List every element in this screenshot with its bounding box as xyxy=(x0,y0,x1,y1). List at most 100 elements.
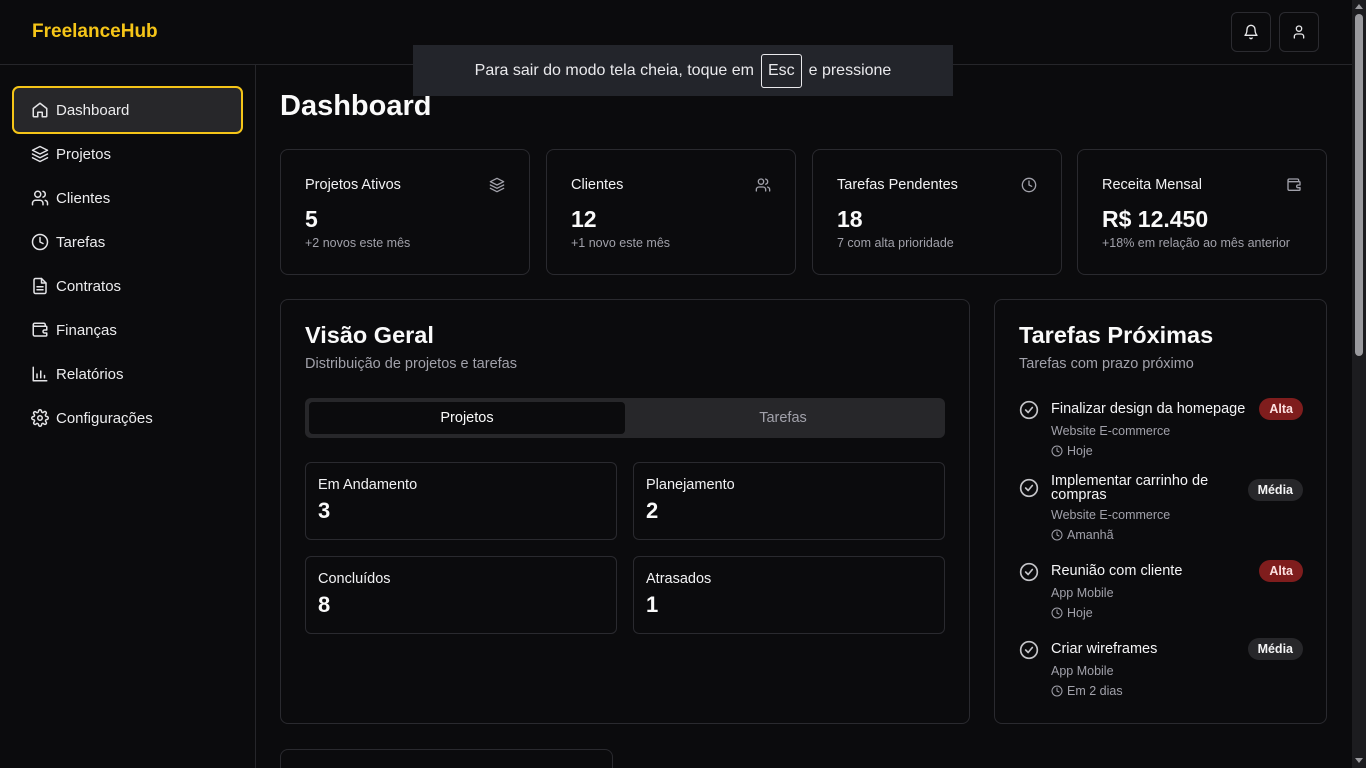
stat-card-title: Projetos Ativos xyxy=(305,177,401,193)
sidebar-item-clientes[interactable]: Clientes xyxy=(12,174,243,222)
scroll-up-arrow[interactable] xyxy=(1355,4,1363,9)
home-icon xyxy=(32,102,48,118)
task-title: Finalizar design da homepage xyxy=(1051,401,1246,417)
tab-projetos[interactable]: Projetos xyxy=(309,402,625,434)
task-due-label: Em 2 dias xyxy=(1067,684,1123,698)
page-title: Dashboard xyxy=(280,90,432,122)
check-circle-icon[interactable] xyxy=(1019,562,1039,582)
stat-card-title: Clientes xyxy=(571,177,624,193)
clock-icon xyxy=(1051,607,1063,619)
sidebar-item-label: Configurações xyxy=(56,409,153,427)
sidebar-item-label: Finanças xyxy=(56,321,117,339)
sidebar-item-label: Relatórios xyxy=(56,365,124,383)
stat-card-value: R$ 12.450 xyxy=(1102,206,1209,232)
task-title: Implementar carrinho de compras xyxy=(1051,473,1209,503)
status-box-value: 8 xyxy=(318,592,331,617)
status-box-label: Em Andamento xyxy=(318,477,418,493)
task-due: Hoje xyxy=(1051,444,1093,458)
task-project: App Mobile xyxy=(1051,586,1114,600)
sidebar-item-label: Clientes xyxy=(56,189,111,207)
users-icon xyxy=(755,178,771,192)
sidebar-item-label: Projetos xyxy=(56,145,112,163)
stat-card-value: 5 xyxy=(305,206,318,232)
scrollbar-thumb[interactable] xyxy=(1355,14,1363,356)
overview-panel: Visão Geral Distribuição de projetos e t… xyxy=(280,299,970,724)
task-item[interactable]: Implementar carrinho de compras Website … xyxy=(1019,474,1303,546)
upcoming-tasks-panel: Tarefas Próximas Tarefas com prazo próxi… xyxy=(994,299,1327,724)
upcoming-subtitle: Tarefas com prazo próximo xyxy=(1019,356,1194,372)
clock-icon xyxy=(1021,177,1037,193)
overview-subtitle: Distribuição de projetos e tarefas xyxy=(305,356,517,372)
task-project: Website E-commerce xyxy=(1051,508,1171,522)
sidebar-item-tarefas[interactable]: Tarefas xyxy=(12,218,243,266)
gear-icon xyxy=(31,409,49,427)
status-box-atrasados: Atrasados 1 xyxy=(633,556,945,634)
check-circle-icon[interactable] xyxy=(1019,400,1039,420)
stat-card-subtext: 7 com alta prioridade xyxy=(837,236,954,250)
upcoming-title: Tarefas Próximas xyxy=(1019,322,1214,348)
clock-icon xyxy=(1051,685,1063,697)
priority-badge: Alta xyxy=(1259,398,1303,420)
sidebar-item-contratos[interactable]: Contratos xyxy=(12,262,243,310)
stat-card-value: 18 xyxy=(837,206,863,232)
brand-logo[interactable]: FreelanceHub xyxy=(32,21,158,43)
priority-badge: Média xyxy=(1247,638,1303,660)
notifications-button[interactable] xyxy=(1231,12,1271,52)
stat-card-clientes: Clientes 12 +1 novo este mês xyxy=(546,149,796,275)
clock-icon xyxy=(1051,529,1063,541)
fullscreen-exit-toast: Para sair do modo tela cheia, toque em E… xyxy=(413,45,953,96)
sidebar: Dashboard Projetos Clientes Tarefas Cont… xyxy=(0,65,256,768)
bell-icon xyxy=(1244,24,1258,40)
esc-key-hint: Esc xyxy=(760,53,802,88)
task-item[interactable]: Finalizar design da homepage Website E-c… xyxy=(1019,398,1303,460)
sidebar-item-label: Contratos xyxy=(56,277,122,295)
lower-card xyxy=(280,749,613,768)
task-item[interactable]: Criar wireframes App Mobile Em 2 dias Mé… xyxy=(1019,638,1303,700)
status-box-value: 2 xyxy=(646,498,659,523)
priority-badge: Média xyxy=(1247,479,1303,501)
overview-title: Visão Geral xyxy=(305,322,434,348)
sidebar-item-configuracoes[interactable]: Configurações xyxy=(12,394,243,442)
sidebar-item-label: Tarefas xyxy=(56,233,106,251)
check-circle-icon[interactable] xyxy=(1019,478,1039,498)
clock-icon xyxy=(1051,445,1063,457)
task-due: Em 2 dias xyxy=(1051,684,1123,698)
task-title: Reunião com cliente xyxy=(1051,563,1183,579)
task-due-label: Hoje xyxy=(1067,606,1093,620)
tab-tarefas[interactable]: Tarefas xyxy=(625,402,941,434)
user-menu-button[interactable] xyxy=(1279,12,1319,52)
overview-tabs: Projetos Tarefas xyxy=(305,398,945,438)
sidebar-item-label: Dashboard xyxy=(56,101,130,119)
stat-card-subtext: +18% em relação ao mês anterior xyxy=(1102,236,1290,250)
task-due-label: Hoje xyxy=(1067,444,1093,458)
stat-card-subtext: +1 novo este mês xyxy=(571,236,671,250)
stat-card-title: Tarefas Pendentes xyxy=(837,177,958,193)
stat-card-title: Receita Mensal xyxy=(1102,177,1202,193)
clock-icon xyxy=(31,233,49,251)
status-box-label: Planejamento xyxy=(646,477,735,493)
bar-chart-icon xyxy=(32,366,48,382)
toast-text-after: e pressione xyxy=(808,61,892,79)
status-box-concluidos: Concluídos 8 xyxy=(305,556,617,634)
task-project: Website E-commerce xyxy=(1051,424,1171,438)
task-item[interactable]: Reunião com cliente App Mobile Hoje Alta xyxy=(1019,560,1303,622)
task-due: Amanhã xyxy=(1051,528,1114,542)
stat-card-receita-mensal: Receita Mensal R$ 12.450 +18% em relação… xyxy=(1077,149,1327,275)
wallet-icon xyxy=(32,322,48,337)
sidebar-item-projetos[interactable]: Projetos xyxy=(12,130,243,178)
sidebar-item-dashboard[interactable]: Dashboard xyxy=(12,86,243,134)
vertical-scrollbar[interactable] xyxy=(1352,0,1366,768)
check-circle-icon[interactable] xyxy=(1019,640,1039,660)
status-box-planejamento: Planejamento 2 xyxy=(633,462,945,540)
file-icon xyxy=(33,277,47,295)
layers-icon xyxy=(31,145,49,163)
status-box-value: 1 xyxy=(646,592,659,617)
scroll-down-arrow[interactable] xyxy=(1355,758,1363,763)
sidebar-item-relatorios[interactable]: Relatórios xyxy=(12,350,243,398)
priority-badge: Alta xyxy=(1259,560,1303,582)
sidebar-item-financas[interactable]: Finanças xyxy=(12,306,243,354)
status-box-value: 3 xyxy=(318,498,331,523)
users-icon xyxy=(31,190,49,206)
layers-icon xyxy=(489,177,505,193)
toast-text-before: Para sair do modo tela cheia, toque em xyxy=(474,61,754,79)
